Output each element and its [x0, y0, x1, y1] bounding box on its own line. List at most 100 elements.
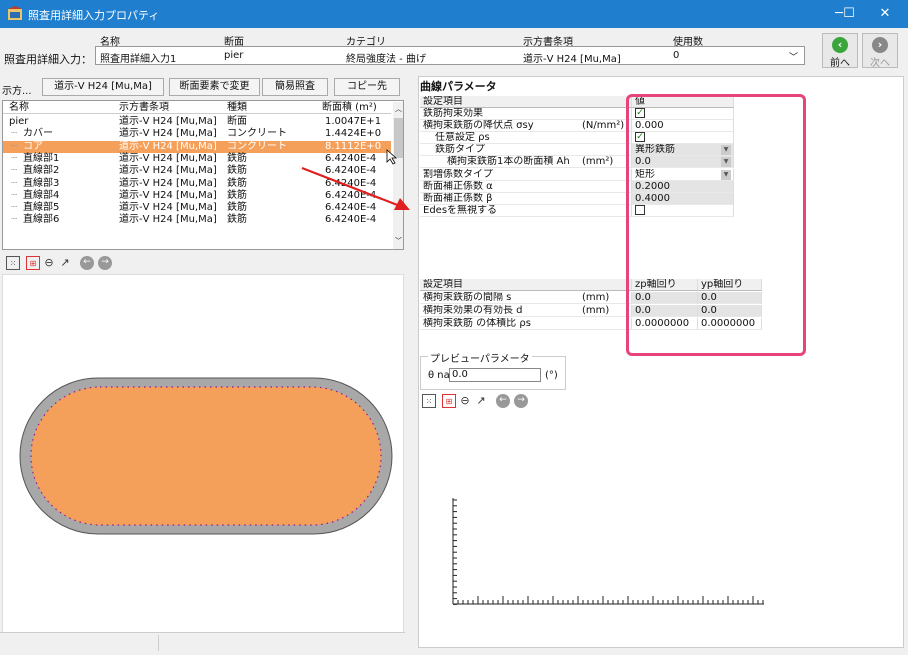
curve-params-title: 曲線パラメータ: [420, 80, 497, 93]
param-label: 断面補正係数 β: [423, 192, 493, 204]
list-cell-spec: 道示-V H24 [Mu,Ma]: [119, 189, 217, 201]
tree-line-icon: ┈: [11, 165, 18, 177]
param-unit: (mm²): [582, 156, 614, 168]
next-view-icon[interactable]: →: [98, 256, 112, 270]
theta-label: θ na: [428, 370, 450, 381]
pan-icon[interactable]: ↗: [58, 256, 72, 270]
close-button[interactable]: ✕: [862, 0, 908, 28]
param-label-cell: 任意設定 ρs: [420, 132, 632, 145]
next-view-icon[interactable]: →: [514, 394, 528, 408]
detail-selector-combobox[interactable]: 照査用詳細入力1 pier 終局強度法 - 曲げ 道示-V H24 [Mu,Ma…: [95, 46, 805, 65]
scroll-down-icon[interactable]: ﹀: [395, 236, 402, 246]
list-header: 名称 示方書条項 種類 断面積 (m²): [3, 102, 391, 114]
status-bar: [0, 632, 405, 652]
list-cell-kind: 鉄筋: [227, 202, 247, 214]
param-label: 任意設定 ρs: [435, 132, 490, 144]
prev-button[interactable]: ‹ 前へ: [822, 33, 858, 69]
copy-to-button[interactable]: コピー先: [334, 78, 400, 96]
list-item[interactable]: コア 道示-V H24 [Mu,Ma] コンクリート 8.1112E+0 ┈: [3, 140, 391, 153]
tree-line-icon: ┈: [11, 152, 18, 164]
param-label: 横拘束鉄筋1本の断面積 Ah: [447, 156, 570, 168]
scroll-up-icon[interactable]: ︿: [395, 104, 402, 114]
param-label: 割増係数タイプ: [423, 168, 493, 180]
list-col-area[interactable]: 断面積 (m²): [322, 102, 377, 114]
fit-icon[interactable]: ⁙: [6, 256, 20, 270]
list-cell-kind: 鉄筋: [227, 152, 247, 164]
list-item[interactable]: カバー 道示-V H24 [Mu,Ma] コンクリート 1.4424E+0 ┈: [3, 128, 391, 140]
grid-head-item: 設定項目: [420, 96, 632, 108]
axis-param-label-text: 横拘束鉄筋の間隔 s: [423, 292, 512, 303]
list-cell-spec: 道示-V H24 [Mu,Ma]: [119, 165, 217, 177]
list-cell-spec: 道示-V H24 [Mu,Ma]: [119, 202, 217, 214]
spec-select-button[interactable]: 道示-V H24 [Mu,Ma]: [42, 78, 164, 96]
chevron-down-icon[interactable]: ﹀: [789, 50, 798, 63]
list-item[interactable]: 直線部6 道示-V H24 [Mu,Ma] 鉄筋 6.4240E-4 ┈: [3, 214, 391, 226]
zoom-out-icon[interactable]: ⊖: [458, 394, 472, 408]
list-cell-area: 8.1112E+0: [325, 140, 382, 152]
annotation-arrow: [301, 166, 410, 210]
change-by-element-button[interactable]: 断面要素で変更: [169, 78, 260, 96]
arrow-left-icon: ‹: [832, 37, 848, 53]
param-label-cell: 割増係数タイプ: [420, 168, 632, 181]
list-cell-kind: コンクリート: [227, 140, 287, 152]
list-cell-name: 直線部6: [23, 214, 60, 226]
zoom-window-icon[interactable]: ⊞: [442, 394, 456, 408]
list-cell-kind: コンクリート: [227, 128, 287, 140]
section-canvas[interactable]: [2, 274, 404, 634]
pan-icon[interactable]: ↗: [474, 394, 488, 408]
prev-label: 前へ: [830, 58, 850, 69]
param-unit: (N/mm²): [582, 120, 625, 132]
title-bar: 照査用詳細入力プロパティ ─ ☐ ✕: [0, 0, 908, 28]
next-label: 次へ: [870, 58, 890, 69]
list-cell-kind: 鉄筋: [227, 165, 247, 177]
theta-unit: (°): [545, 370, 558, 381]
list-cell-kind: 鉄筋: [227, 189, 247, 201]
list-cell-name: コア: [23, 140, 43, 152]
axis-param-label: 横拘束鉄筋 の体積比 ρs: [420, 318, 632, 330]
list-col-spec[interactable]: 示方書条項: [119, 102, 169, 114]
axis-param-label: 横拘束鉄筋の間隔 s (mm): [420, 292, 632, 304]
spec-label: 示方...: [2, 86, 32, 97]
list-cell-spec: 道示-V H24 [Mu,Ma]: [119, 116, 217, 127]
theta-input[interactable]: 0.0: [449, 368, 541, 382]
tree-line-icon: ┈: [11, 177, 18, 189]
list-cell-area: 1.0047E+1: [325, 116, 382, 127]
list-col-name[interactable]: 名称: [9, 102, 29, 114]
param-label: 断面補正係数 α: [423, 180, 493, 192]
header-section-value: pier: [224, 50, 244, 61]
zoom-window-icon[interactable]: ⊞: [26, 256, 40, 270]
axis-param-unit: (mm): [582, 292, 610, 303]
list-cell-name: 直線部5: [23, 202, 60, 214]
prev-view-icon[interactable]: ←: [80, 256, 94, 270]
section-drawing: [19, 377, 393, 535]
next-button[interactable]: › 次へ: [862, 33, 898, 69]
list-cell-kind: 断面: [227, 116, 247, 127]
list-col-kind[interactable]: 種類: [227, 102, 247, 114]
param-label: 鉄筋拘束効果: [423, 108, 483, 119]
prev-view-icon[interactable]: ←: [496, 394, 510, 408]
fit-icon[interactable]: ⁙: [422, 394, 436, 408]
param-label-cell: 断面補正係数 β: [420, 192, 632, 205]
list-cell-kind: 鉄筋: [227, 214, 247, 226]
core-concrete-shape: [30, 386, 382, 526]
param-label-cell: 横拘束鉄筋1本の断面積 Ah (mm²): [420, 156, 632, 169]
list-cell-spec: 道示-V H24 [Mu,Ma]: [119, 214, 217, 226]
list-cell-name: 直線部2: [23, 165, 60, 177]
header-name-value: 照査用詳細入力1: [100, 54, 177, 65]
app-icon: [8, 6, 22, 20]
axis-param-label: 横拘束効果の有効長 d (mm): [420, 305, 632, 317]
param-label-cell: 横拘束鉄筋の降伏点 σsy (N/mm²): [420, 120, 632, 133]
list-item[interactable]: pier 道示-V H24 [Mu,Ma] 断面 1.0047E+1: [3, 116, 391, 128]
simple-check-button[interactable]: 簡易照査: [262, 78, 328, 96]
param-label-cell: 鉄筋拘束効果: [420, 108, 632, 120]
tree-line-icon: ┈: [11, 140, 18, 152]
param-label: Edesを無視する: [423, 204, 498, 216]
zoom-out-icon[interactable]: ⊖: [42, 256, 56, 270]
axis-param-label-text: 横拘束鉄筋 の体積比 ρs: [423, 318, 531, 329]
list-cell-name: カバー: [23, 128, 53, 140]
param-label-cell: 断面補正係数 α: [420, 180, 632, 193]
list-cell-area: 6.4240E-4: [325, 214, 377, 226]
window-title: 照査用詳細入力プロパティ: [28, 9, 160, 22]
arrow-right-icon: ›: [872, 37, 888, 53]
list-cell-spec: 道示-V H24 [Mu,Ma]: [119, 152, 217, 164]
